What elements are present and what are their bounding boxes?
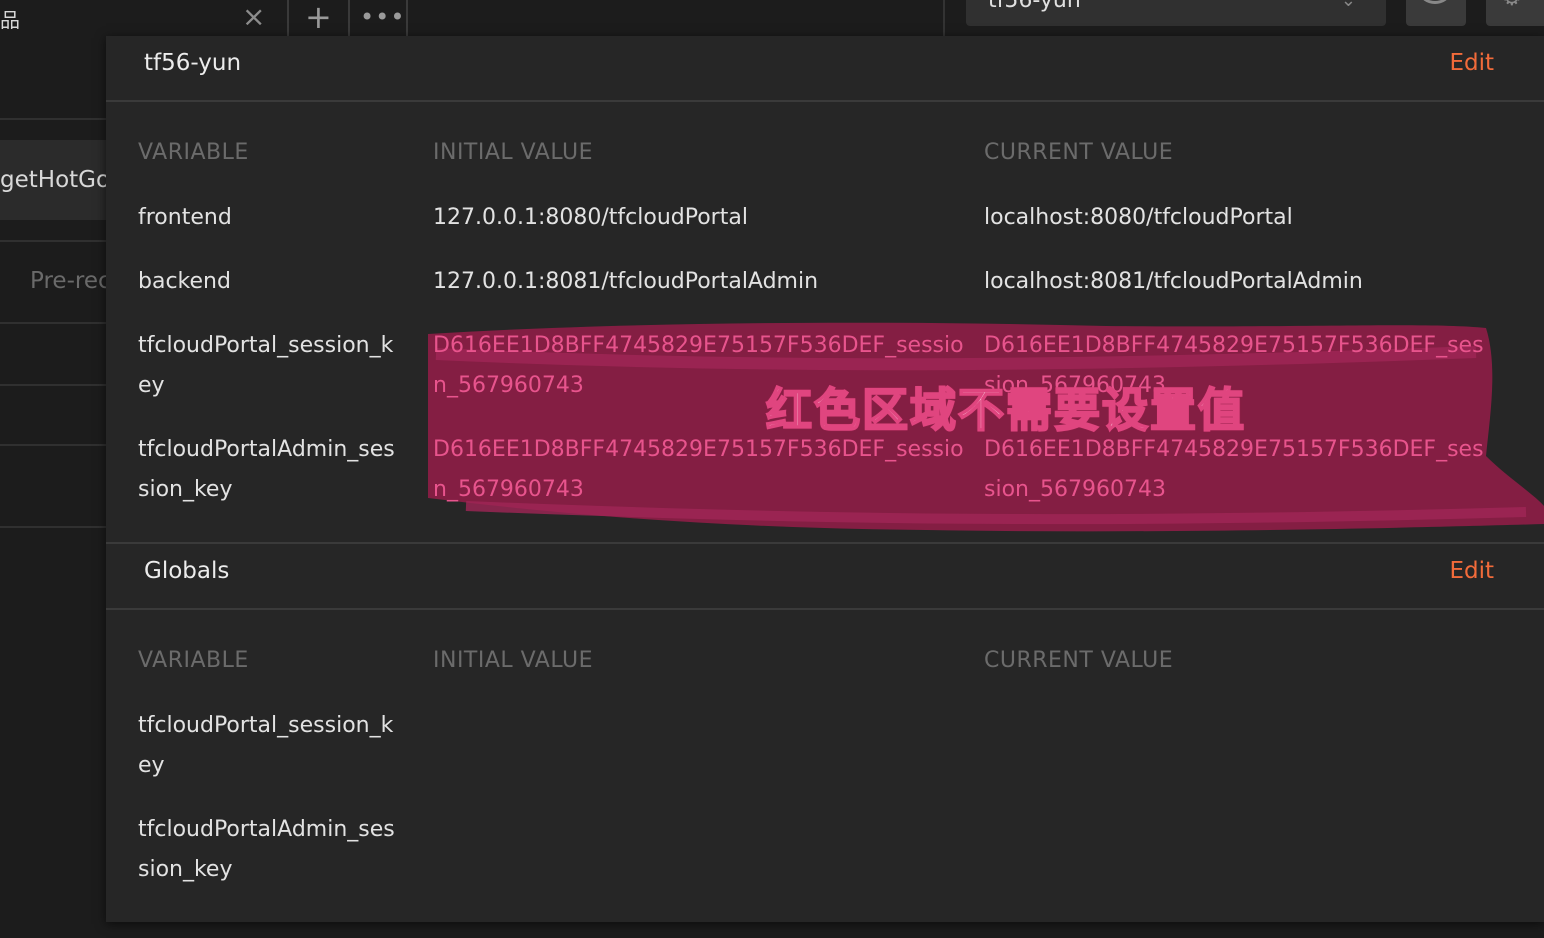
eye-icon	[1420, 0, 1450, 4]
column-header-current-value: CURRENT VALUE	[984, 648, 1174, 673]
column-header-variable: VARIABLE	[138, 648, 249, 673]
variable-name: tfcloudPortal_session_key	[138, 333, 394, 398]
column-header-variable: VARIABLE	[138, 140, 249, 165]
current-value: D616EE1D8BFF4745829E75157F536DEF_session…	[984, 437, 1484, 502]
variable-name: backend	[138, 269, 231, 294]
divider	[0, 384, 106, 386]
edit-environment-link[interactable]: Edit	[1449, 50, 1494, 76]
tab-pre-request[interactable]: Pre-rec	[30, 268, 106, 294]
variable-name: frontend	[138, 205, 232, 230]
gear-icon: ⚙	[1502, 0, 1522, 11]
divider	[406, 0, 408, 36]
divider	[106, 100, 1544, 102]
close-icon[interactable]: ×	[242, 2, 265, 32]
column-header-current-value: CURRENT VALUE	[984, 140, 1174, 165]
divider	[0, 240, 106, 242]
annotation-text: 红色区域不需要设置值	[765, 382, 1246, 438]
edit-globals-link[interactable]: Edit	[1449, 558, 1494, 584]
globals-title: Globals	[144, 558, 230, 584]
variable-name: tfcloudPortalAdmin_session_key	[138, 817, 395, 882]
divider	[0, 118, 106, 120]
variable-name: tfcloudPortal_session_key	[138, 713, 394, 778]
divider	[0, 444, 106, 446]
environment-quick-look-popup: tf56-yun Edit VARIABLE INITIAL VALUE CUR…	[106, 36, 1544, 922]
chevron-down-icon: ⌄	[1340, 0, 1356, 11]
initial-value: 127.0.0.1:8081/tfcloudPortalAdmin	[433, 269, 819, 294]
divider	[0, 526, 106, 528]
initial-value: D616EE1D8BFF4745829E75157F536DEF_session…	[433, 437, 964, 502]
request-name[interactable]: getHotGo	[0, 140, 106, 220]
divider	[106, 608, 1544, 610]
divider	[348, 0, 350, 36]
variable-name: tfcloudPortalAdmin_session_key	[138, 437, 395, 502]
manage-environments-button[interactable]: ⚙	[1486, 0, 1544, 26]
plus-icon[interactable]: +	[305, 0, 332, 34]
current-value: localhost:8081/tfcloudPortalAdmin	[984, 269, 1363, 294]
initial-value: 127.0.0.1:8080/tfcloudPortal	[433, 205, 748, 230]
tab-title[interactable]: 品	[0, 4, 20, 33]
environment-select-value: tf56-yun	[988, 0, 1081, 13]
column-header-initial-value: INITIAL VALUE	[433, 140, 594, 165]
column-header-initial-value: INITIAL VALUE	[433, 648, 594, 673]
divider	[287, 0, 289, 36]
divider	[0, 322, 106, 324]
globals-header: Globals Edit	[106, 544, 1544, 608]
environment-select[interactable]: tf56-yun ⌄	[966, 0, 1386, 26]
divider	[943, 0, 945, 36]
environment-header: tf56-yun Edit	[106, 36, 1544, 100]
environment-quick-look-button[interactable]	[1406, 0, 1466, 26]
environment-title: tf56-yun	[144, 50, 242, 76]
current-value: localhost:8080/tfcloudPortal	[984, 205, 1293, 230]
more-icon[interactable]: •••	[360, 0, 405, 34]
